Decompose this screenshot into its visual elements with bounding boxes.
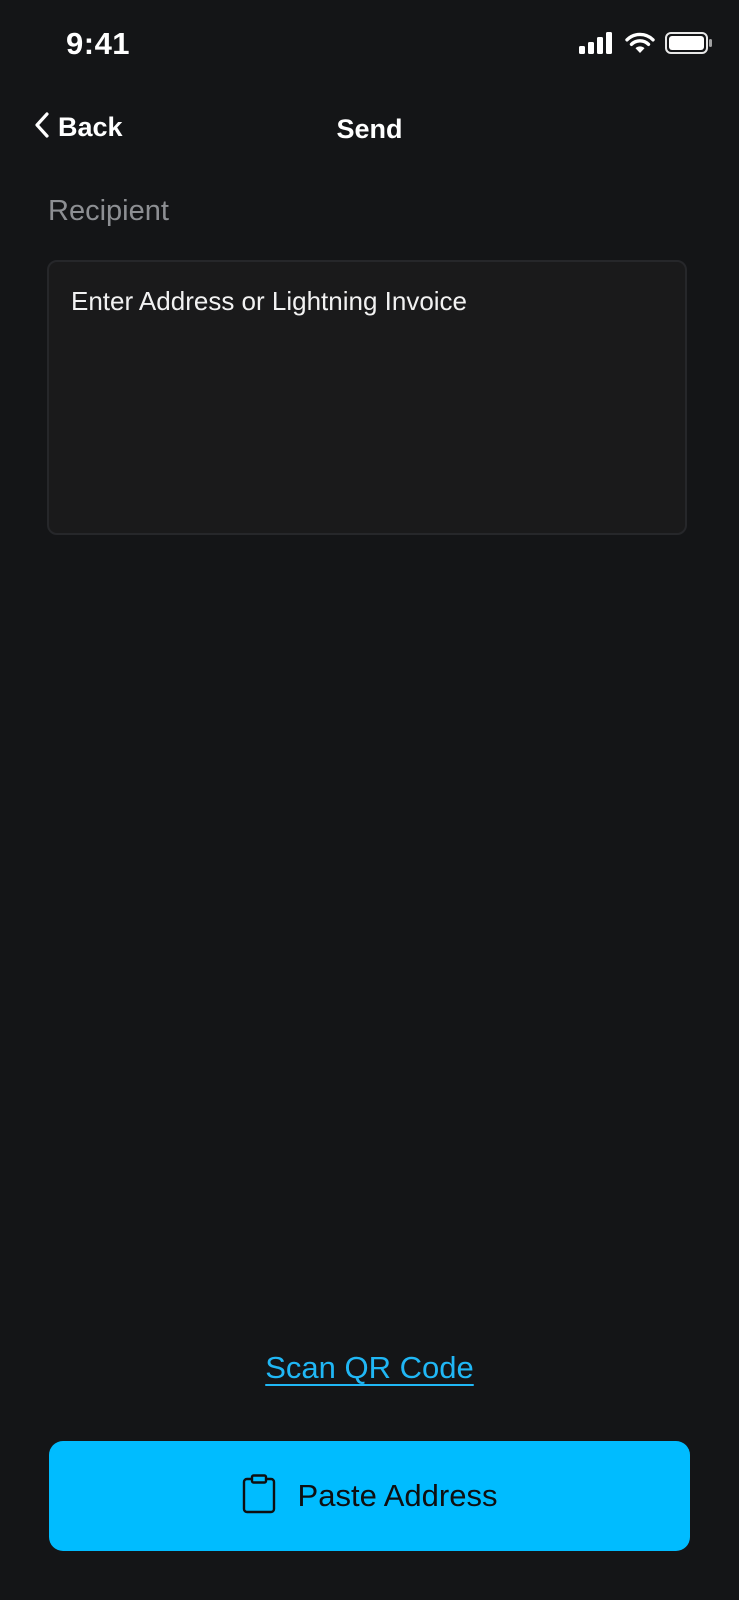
scan-qr-code-link[interactable]: Scan QR Code: [265, 1350, 474, 1385]
recipient-label: Recipient: [48, 195, 169, 227]
status-bar: 9:41: [0, 0, 739, 90]
paste-address-button[interactable]: Paste Address: [49, 1441, 690, 1551]
battery-icon: [665, 32, 713, 59]
status-icons: [579, 32, 713, 59]
back-button[interactable]: Back: [34, 112, 123, 143]
paste-address-label: Paste Address: [297, 1478, 498, 1513]
wifi-icon: [625, 32, 655, 59]
chevron-left-icon: [34, 112, 50, 143]
back-label: Back: [58, 112, 123, 142]
clipboard-icon: [242, 1473, 276, 1519]
scan-qr-container: Scan QR Code: [0, 1350, 739, 1386]
signal-icon: [579, 32, 615, 59]
recipient-field-container: [47, 260, 687, 535]
recipient-input[interactable]: [71, 286, 663, 509]
nav-bar: Send Back: [0, 100, 739, 164]
status-time: 9:41: [66, 26, 131, 61]
